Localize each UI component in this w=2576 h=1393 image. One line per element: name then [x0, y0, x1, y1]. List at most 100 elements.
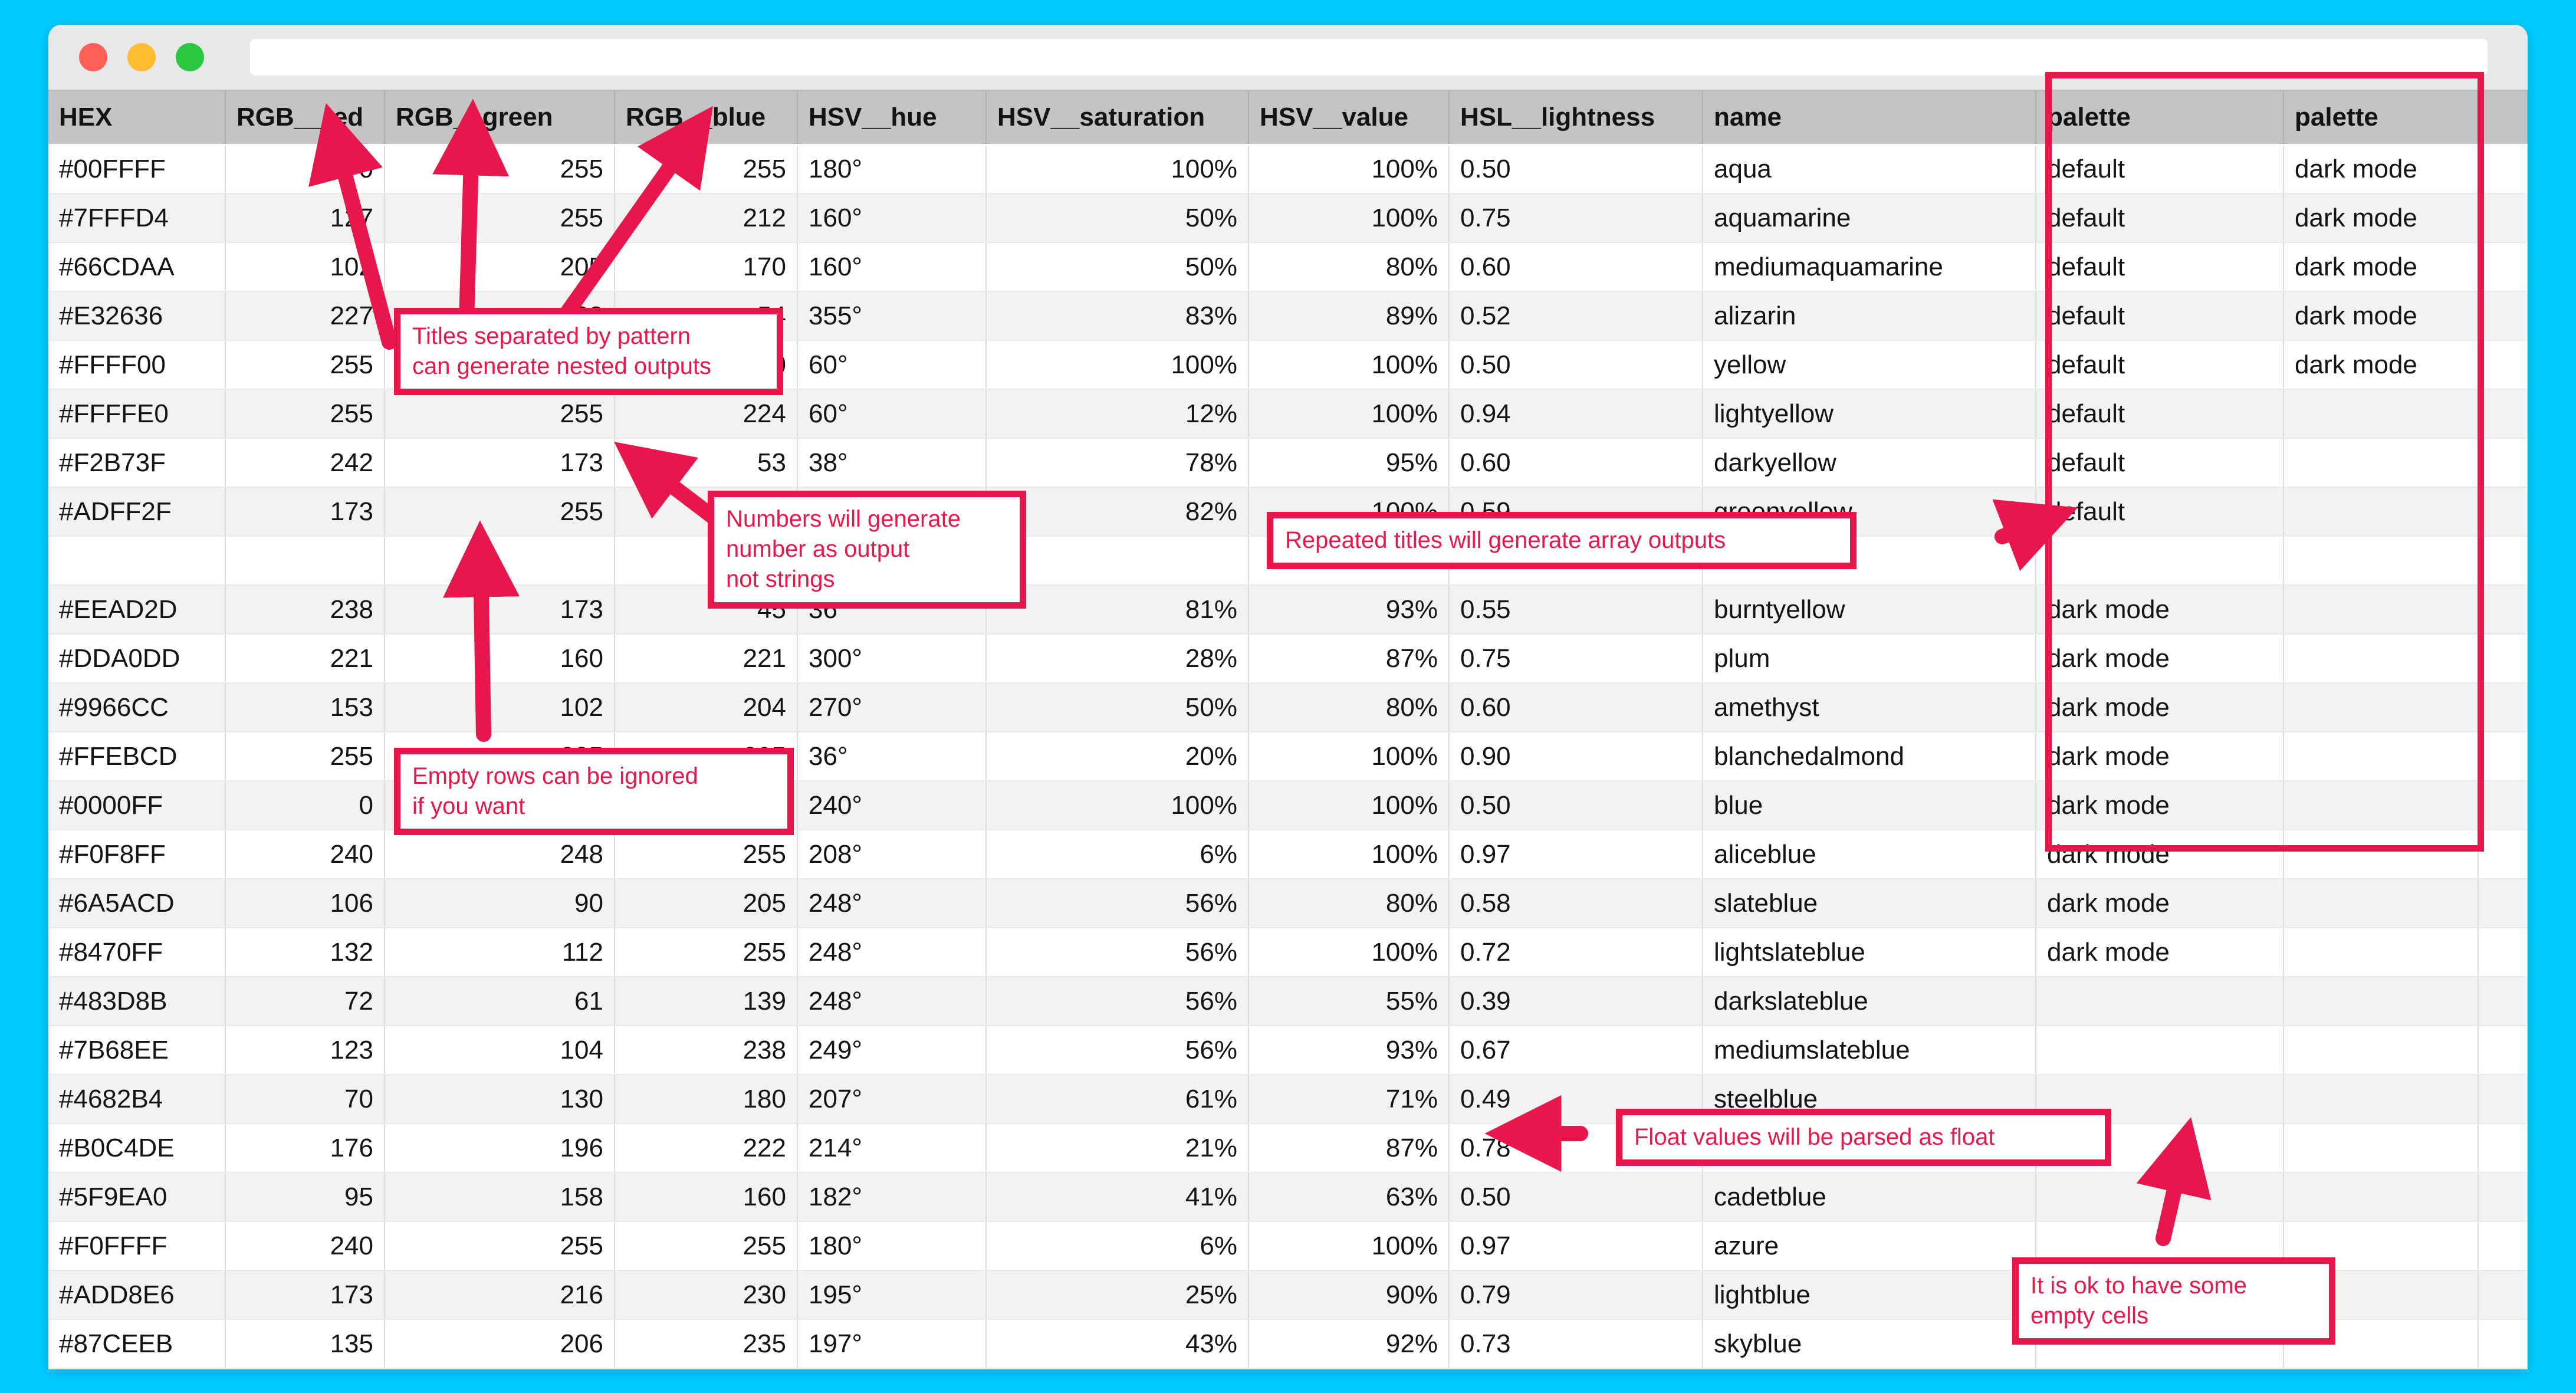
table-cell[interactable] — [2036, 1319, 2284, 1369]
table-cell[interactable]: 100% — [986, 340, 1249, 390]
table-cell[interactable] — [2478, 1270, 2528, 1320]
table-row[interactable]: #00FFFF 0 255 255 180° 100% 100% 0.50 aqua defaul… — [48, 144, 2528, 194]
table-cell[interactable]: 0.97 — [1449, 1221, 1703, 1271]
table-cell[interactable]: 0.50 — [1449, 144, 1703, 194]
spreadsheet-table-container[interactable]: HEX RGB__red RGB__green RGB__blue HSV__hue HS… — [48, 90, 2528, 1369]
table-row[interactable]: #EEAD2D 238 173 45 36° 81% 93% 0.55 burntyellow d… — [48, 585, 2528, 635]
table-cell[interactable]: #E32636 — [48, 291, 226, 341]
table-cell[interactable]: #DDA0DD — [48, 634, 226, 684]
table-cell[interactable]: dark mode — [2036, 781, 2284, 830]
table-cell[interactable]: 255 — [615, 781, 798, 830]
table-cell[interactable]: 0.50 — [1449, 1172, 1703, 1222]
table-cell[interactable] — [2478, 830, 2528, 879]
table-row[interactable]: #ADD8E6 173 216 230 195° 25% 90% 0.79 lightblue — [48, 1270, 2528, 1320]
table-cell[interactable]: 0.94 — [1449, 389, 1703, 439]
table-cell[interactable]: 56% — [986, 879, 1249, 928]
table-row[interactable]: #B0C4DE 176 196 222 214° 21% 87% 0.78 lightsteel… — [48, 1123, 2528, 1173]
table-cell[interactable]: 123 — [225, 1026, 385, 1075]
table-cell[interactable] — [2478, 536, 2528, 586]
table-cell[interactable]: 82% — [986, 487, 1249, 537]
table-cell[interactable] — [2283, 634, 2479, 684]
table-cell[interactable]: 92% — [1248, 1319, 1450, 1369]
table-cell[interactable]: 255 — [385, 389, 615, 439]
table-cell[interactable] — [615, 536, 798, 586]
table-row[interactable]: #7B68EE 123 104 238 249° 56% 93% 0.67 mediumslat… — [48, 1026, 2528, 1075]
table-cell[interactable]: 100% — [1248, 781, 1450, 830]
table-cell[interactable] — [2283, 1221, 2479, 1271]
table-cell[interactable] — [2478, 879, 2528, 928]
table-cell[interactable]: 255 — [225, 389, 385, 439]
table-cell[interactable]: 61 — [385, 977, 615, 1026]
table-cell[interactable]: dark mode — [2283, 291, 2479, 341]
table-cell[interactable]: 255 — [385, 193, 615, 243]
table-cell[interactable] — [2283, 487, 2479, 537]
table-cell[interactable]: 80% — [1248, 683, 1450, 732]
table-row[interactable]: #483D8B 72 61 139 248° 56% 55% 0.39 darkslateblu… — [48, 977, 2528, 1026]
table-cell[interactable] — [2036, 1172, 2284, 1222]
table-cell[interactable]: #EEAD2D — [48, 585, 226, 635]
table-cell[interactable]: 248° — [797, 879, 987, 928]
table-cell[interactable]: #ADFF2F — [48, 487, 226, 537]
table-row[interactable]: #4682B4 70 130 180 207° 61% 71% 0.49 steelblue — [48, 1075, 2528, 1124]
table-cell[interactable]: default — [2036, 242, 2284, 292]
table-cell[interactable]: lightsteelblue — [1703, 1123, 2036, 1173]
column-header-hsl-lightness-7[interactable]: HSL__lightness — [1449, 91, 1703, 146]
table-cell[interactable]: dark mode — [2036, 879, 2284, 928]
table-cell[interactable]: 248° — [797, 977, 987, 1026]
table-cell[interactable]: 0.73 — [1449, 1319, 1703, 1369]
table-cell[interactable]: #7B68EE — [48, 1026, 226, 1075]
column-header-rgb-blue-3[interactable]: RGB__blue — [615, 91, 798, 146]
table-cell[interactable]: #483D8B — [48, 977, 226, 1026]
table-cell[interactable] — [2478, 928, 2528, 977]
table-cell[interactable]: 0.72 — [1449, 928, 1703, 977]
table-cell[interactable]: 248 — [385, 830, 615, 879]
table-cell[interactable] — [2478, 144, 2528, 194]
table-cell[interactable]: 221 — [225, 634, 385, 684]
table-cell[interactable] — [1248, 536, 1450, 586]
table-cell[interactable]: 0.52 — [1449, 291, 1703, 341]
table-cell[interactable]: 222 — [615, 1123, 798, 1173]
table-cell[interactable]: default — [2036, 291, 2284, 341]
table-cell[interactable]: 20% — [986, 732, 1249, 781]
table-cell[interactable]: 43% — [986, 1319, 1249, 1369]
table-cell[interactable] — [2478, 977, 2528, 1026]
address-bar[interactable] — [250, 39, 2488, 75]
table-cell[interactable]: 0.75 — [1449, 193, 1703, 243]
table-cell[interactable]: 130 — [385, 1075, 615, 1124]
table-cell[interactable]: #00FFFF — [48, 144, 226, 194]
table-cell[interactable]: #87CEEB — [48, 1319, 226, 1369]
column-header-palette-10[interactable]: palette — [2283, 91, 2479, 146]
table-cell[interactable]: amethyst — [1703, 683, 2036, 732]
table-cell[interactable]: 255 — [615, 1221, 798, 1271]
table-cell[interactable]: 41% — [986, 1172, 1249, 1222]
column-header-palette-9[interactable]: palette — [2036, 91, 2284, 146]
table-row[interactable]: #F2B73F 242 173 53 38° 78% 95% 0.60 darkyellow de… — [48, 438, 2528, 488]
table-cell[interactable]: 0.60 — [1449, 683, 1703, 732]
table-cell[interactable]: 93% — [1248, 1026, 1450, 1075]
table-cell[interactable] — [1449, 536, 1703, 586]
table-cell[interactable]: yellow — [1703, 340, 2036, 390]
table-cell[interactable]: 60° — [797, 389, 987, 439]
table-cell[interactable] — [2478, 389, 2528, 439]
close-window-button[interactable] — [79, 43, 107, 71]
table-cell[interactable]: 235 — [615, 1319, 798, 1369]
table-cell[interactable]: #F2B73F — [48, 438, 226, 488]
table-cell[interactable]: 0.50 — [1449, 781, 1703, 830]
table-cell[interactable]: 255 — [385, 340, 615, 390]
table-row[interactable]: #8470FF 132 112 255 248° 56% 100% 0.72 lightslat… — [48, 928, 2528, 977]
table-row[interactable]: #5F9EA0 95 158 160 182° 41% 63% 0.50 cadetblue — [48, 1172, 2528, 1222]
table-cell[interactable]: #4682B4 — [48, 1075, 226, 1124]
table-cell[interactable]: #0000FF — [48, 781, 226, 830]
table-cell[interactable] — [2283, 389, 2479, 439]
table-cell[interactable]: 216 — [385, 1270, 615, 1320]
table-row[interactable]: #6A5ACD 106 90 205 248° 56% 80% 0.58 slateblue da… — [48, 879, 2528, 928]
table-cell[interactable]: default — [2036, 487, 2284, 537]
table-cell[interactable] — [2283, 585, 2479, 635]
table-cell[interactable]: default — [2036, 193, 2284, 243]
table-cell[interactable]: aqua — [1703, 144, 2036, 194]
table-cell[interactable] — [2283, 536, 2479, 586]
table-cell[interactable]: 56% — [986, 928, 1249, 977]
table-cell[interactable]: 0 — [385, 781, 615, 830]
table-cell[interactable]: 196 — [385, 1123, 615, 1173]
table-cell[interactable] — [2478, 340, 2528, 390]
